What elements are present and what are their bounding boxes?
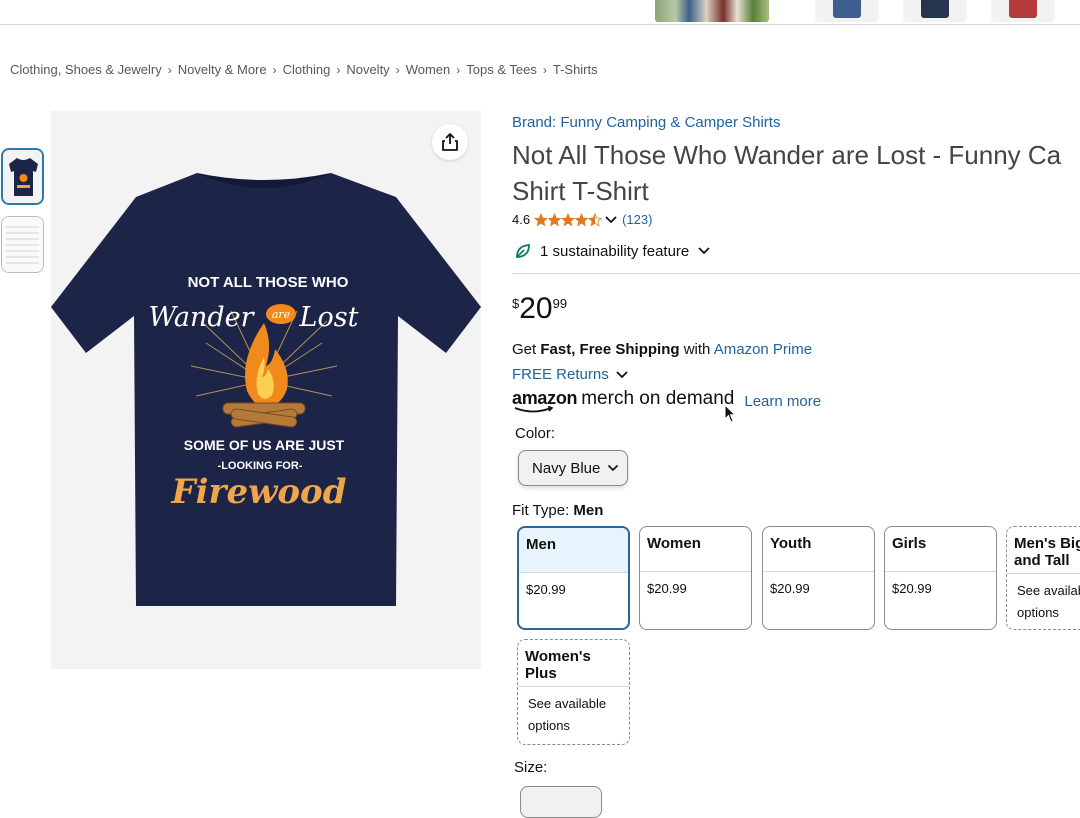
breadcrumb-separator: › — [336, 63, 341, 77]
fit-type-selected-value: Men — [573, 502, 604, 519]
shipping-bold: Fast, Free Shipping — [540, 341, 680, 358]
sustainability-feature[interactable]: 1 sustainability feature — [514, 242, 711, 260]
fit-option-price: See available options — [528, 696, 607, 733]
top-thumbnail-navy-shirt[interactable] — [815, 0, 879, 22]
breadcrumb-item[interactable]: Tops & Tees — [466, 62, 537, 77]
fit-option-name: Women — [640, 527, 751, 572]
merch-text: merch on demand — [581, 388, 735, 409]
free-returns-dropdown[interactable]: FREE Returns — [512, 366, 629, 383]
breadcrumb-separator: › — [456, 63, 461, 77]
share-button[interactable] — [432, 124, 468, 160]
image-thumbnail-size-chart[interactable] — [1, 216, 44, 273]
price-symbol: $ — [512, 296, 520, 311]
breadcrumb-item[interactable]: Clothing, Shoes & Jewelry — [10, 62, 162, 77]
product-title-line: Not All Those Who Wander are Lost - Funn… — [512, 140, 1062, 170]
shirt-text-wander: Wander — [148, 302, 255, 333]
product-title-line: Shirt T-Shirt — [512, 176, 649, 206]
fit-type-label: Fit Type: Men — [512, 502, 603, 519]
chevron-down-icon — [698, 247, 710, 255]
breadcrumb-separator: › — [395, 63, 400, 77]
rating-count-link[interactable]: (123) — [622, 212, 652, 227]
fit-type-label-prefix: Fit Type: — [512, 502, 574, 519]
color-dropdown[interactable]: Navy Blue — [518, 450, 628, 486]
chevron-down-icon — [616, 370, 628, 378]
breadcrumb-item[interactable]: Novelty — [346, 62, 389, 77]
breadcrumb-separator: › — [542, 63, 547, 77]
shipping-prefix: Get — [512, 341, 541, 358]
fit-option-men[interactable]: Men $20.99 — [517, 526, 630, 630]
breadcrumb: Clothing, Shoes & Jewelry › Novelty & More… — [10, 62, 598, 77]
leaf-icon — [516, 244, 530, 258]
breadcrumb-item[interactable]: Clothing — [283, 62, 331, 77]
fit-option-name: Girls — [885, 527, 996, 572]
mouse-cursor-icon — [724, 404, 736, 423]
price-whole: 20 — [519, 292, 553, 325]
chevron-down-icon — [607, 464, 619, 472]
shirt-text-line1: NOT ALL THOSE WHO — [188, 274, 349, 291]
product-main-image[interactable]: NOT ALL THOSE WHO Wander are Lost SOME O… — [51, 111, 481, 669]
breadcrumb-item[interactable]: T-Shirts — [553, 62, 598, 77]
top-thumbnail-photo[interactable] — [655, 0, 769, 22]
fit-option-name: Men's Big and Tall — [1007, 527, 1080, 574]
shipping-info: Get Fast, Free Shipping with Amazon Prim… — [512, 341, 812, 358]
chevron-down-icon[interactable] — [604, 215, 618, 225]
fit-option-women[interactable]: Women $20.99 — [639, 526, 752, 630]
rating-value: 4.6 — [512, 212, 531, 227]
price-fraction: 99 — [552, 296, 568, 311]
fit-option-womens-plus[interactable]: Women's Plus See available options — [517, 639, 630, 745]
fit-option-name: Men — [519, 528, 628, 573]
shirt-text-line3: SOME OF US ARE JUST — [184, 437, 345, 453]
breadcrumb-separator: › — [272, 63, 277, 77]
star-rating-icon[interactable] — [534, 212, 602, 227]
top-recommendations-strip — [0, 0, 1080, 25]
share-icon — [442, 133, 458, 151]
rating-row: 4.6 (123) — [512, 212, 652, 227]
learn-more-link[interactable]: Learn more — [744, 393, 821, 410]
size-label: Size: — [514, 759, 548, 776]
merch-on-demand-row: amazon merch on demand Learn more — [512, 388, 821, 410]
shirt-text-lost: Lost — [299, 302, 359, 333]
fit-option-price: $20.99 — [892, 581, 932, 596]
fit-option-price: $20.99 — [647, 581, 687, 596]
breadcrumb-item[interactable]: Women — [406, 62, 451, 77]
shirt-text-are: are — [272, 308, 291, 321]
amazon-prime-link[interactable]: Amazon Prime — [714, 341, 812, 358]
color-label: Color: — [515, 425, 556, 442]
price: $ 20 99 — [512, 292, 567, 326]
breadcrumb-separator: › — [167, 63, 172, 77]
fit-option-name: Youth — [763, 527, 874, 572]
color-dropdown-value: Navy Blue — [532, 459, 601, 477]
shipping-with: with — [679, 341, 714, 358]
free-returns-label: FREE Returns — [512, 366, 609, 383]
shirt-text-firewood: Firewood — [171, 472, 347, 512]
fit-option-price: $20.99 — [770, 581, 810, 596]
breadcrumb-item[interactable]: Novelty & More — [178, 62, 267, 77]
fit-option-price: See available options — [1017, 583, 1080, 620]
top-thumbnail-dark-shirt[interactable] — [903, 0, 967, 22]
top-thumbnail-red-shirt[interactable] — [991, 0, 1055, 22]
fit-option-girls[interactable]: Girls $20.99 — [884, 526, 997, 630]
section-divider — [512, 273, 1080, 274]
image-thumbnail-front[interactable] — [1, 148, 44, 205]
fit-option-youth[interactable]: Youth $20.99 — [762, 526, 875, 630]
fit-option-name: Women's Plus — [518, 640, 629, 687]
product-title: Not All Those Who Wander are Lost - Funn… — [512, 137, 1080, 209]
brand-link[interactable]: Brand: Funny Camping & Camper Shirts — [512, 114, 780, 131]
size-dropdown[interactable] — [520, 786, 602, 818]
amazon-smile-icon — [514, 406, 554, 413]
fit-option-mens-big-and-tall[interactable]: Men's Big and Tall See available options — [1006, 526, 1080, 630]
fit-option-price: $20.99 — [526, 582, 566, 597]
sustainability-label: 1 sustainability feature — [540, 242, 690, 260]
shirt-text-line4: -LOOKING FOR- — [218, 460, 303, 472]
